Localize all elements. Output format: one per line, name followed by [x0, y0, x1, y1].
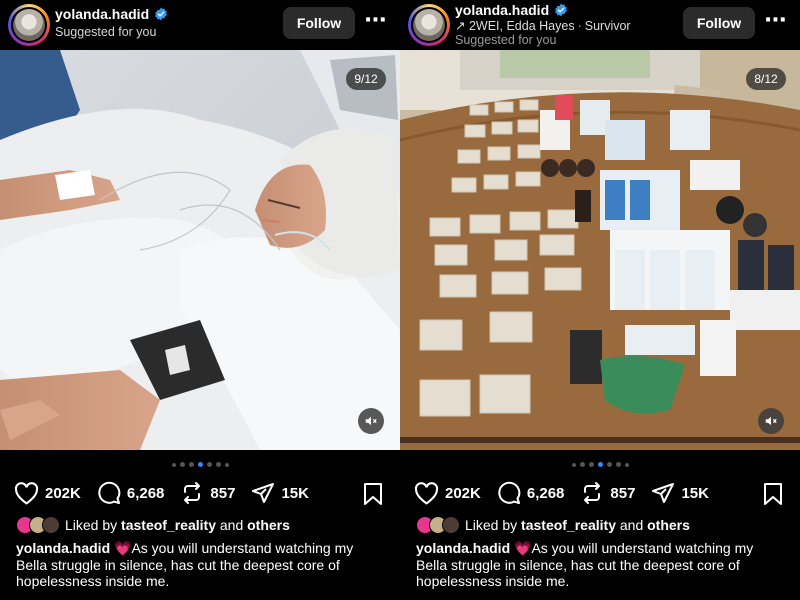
username-row: yolanda.hadid: [455, 2, 568, 18]
action-bar: 202K 6,268 857 15K: [14, 480, 325, 506]
username-row: yolanda.hadid: [55, 6, 168, 22]
heart-icon: [414, 481, 439, 505]
repost-icon: [584, 482, 601, 504]
music-note-icon: ↗: [455, 19, 466, 33]
heart-icon: [14, 481, 39, 505]
supplements-photo: [400, 50, 800, 450]
liked-by-others[interactable]: others: [647, 517, 690, 533]
post-image-supplements[interactable]: 8/12: [400, 50, 800, 450]
bookmark-icon[interactable]: [762, 482, 784, 506]
comment-count: 6,268: [526, 484, 565, 502]
post-image-hospital[interactable]: 9/12: [0, 50, 400, 450]
repost-button[interactable]: 857: [180, 481, 235, 505]
mute-icon[interactable]: [758, 408, 784, 434]
share-button[interactable]: 15K: [651, 481, 709, 505]
share-count: 15K: [681, 484, 709, 502]
verified-badge-icon: [555, 3, 567, 17]
more-options-icon[interactable]: ⋯: [764, 9, 788, 37]
bookmark-icon[interactable]: [362, 482, 384, 506]
follow-button[interactable]: Follow: [683, 7, 755, 39]
carousel-dots: [400, 462, 800, 467]
post-header: yolanda.hadid Suggested for you Follow ⋯: [0, 0, 400, 50]
caption: yolanda.hadid 💗As you will understand wa…: [16, 540, 388, 590]
caption-username[interactable]: yolanda.hadid: [416, 540, 510, 556]
liked-by-and: and: [219, 517, 244, 533]
post-left: yolanda.hadid Suggested for you Follow ⋯: [0, 0, 400, 600]
caption-username[interactable]: yolanda.hadid: [16, 540, 110, 556]
hospital-photo: [0, 50, 400, 450]
share-icon: [252, 483, 275, 503]
repost-count: 857: [610, 484, 636, 502]
share-count: 15K: [281, 484, 309, 502]
share-button[interactable]: 15K: [251, 481, 309, 505]
avatar: [442, 516, 460, 534]
comment-count: 6,268: [126, 484, 165, 502]
liked-by-prefix: Liked by: [465, 517, 518, 533]
liked-by-user[interactable]: tasteof_reality: [521, 517, 616, 533]
avatar[interactable]: [408, 4, 450, 46]
avatar: [42, 516, 60, 534]
liked-by-prefix: Liked by: [65, 517, 118, 533]
like-button[interactable]: 202K: [14, 481, 81, 505]
liked-by-others[interactable]: others: [247, 517, 290, 533]
username[interactable]: yolanda.hadid: [55, 6, 149, 22]
repost-icon: [184, 482, 201, 504]
music-artist: 2WEI, Edda Hayes: [468, 19, 575, 33]
verified-badge-icon: [155, 7, 167, 21]
suggested-label: Suggested for you: [455, 33, 557, 47]
more-options-icon[interactable]: ⋯: [364, 9, 388, 37]
comment-icon: [498, 481, 521, 504]
like-count: 202K: [445, 484, 481, 502]
carousel-dots: [0, 462, 400, 467]
caption: yolanda.hadid 💗As you will understand wa…: [416, 540, 788, 590]
share-icon: [652, 483, 675, 503]
image-counter: 9/12: [346, 68, 386, 90]
repost-count: 857: [210, 484, 236, 502]
music-row[interactable]: ↗ 2WEI, Edda Hayes · Survivor: [455, 18, 631, 33]
post-right: yolanda.hadid ↗ 2WEI, Edda Hayes · Survivo…: [400, 0, 800, 600]
comment-button[interactable]: 6,268: [497, 481, 565, 505]
follow-button[interactable]: Follow: [283, 7, 355, 39]
image-counter: 8/12: [746, 68, 786, 90]
liked-by-row: Liked by tasteof_reality and others: [416, 516, 690, 534]
comment-button[interactable]: 6,268: [97, 481, 165, 505]
music-title: Survivor: [584, 19, 631, 33]
liked-by-user[interactable]: tasteof_reality: [121, 517, 216, 533]
username[interactable]: yolanda.hadid: [455, 2, 549, 18]
repost-button[interactable]: 857: [580, 481, 635, 505]
liked-by-and: and: [619, 517, 644, 533]
heart-emoji: 💗: [114, 540, 132, 556]
like-button[interactable]: 202K: [414, 481, 481, 505]
mute-icon[interactable]: [358, 408, 384, 434]
liked-by-row: Liked by tasteof_reality and others: [16, 516, 290, 534]
heart-emoji: 💗: [514, 540, 532, 556]
comment-icon: [98, 481, 121, 504]
action-bar: 202K 6,268 857 15K: [414, 480, 725, 506]
like-count: 202K: [45, 484, 81, 502]
post-header: yolanda.hadid ↗ 2WEI, Edda Hayes · Survivo…: [400, 0, 800, 50]
avatar[interactable]: [8, 4, 50, 46]
suggested-label: Suggested for you: [55, 25, 157, 39]
